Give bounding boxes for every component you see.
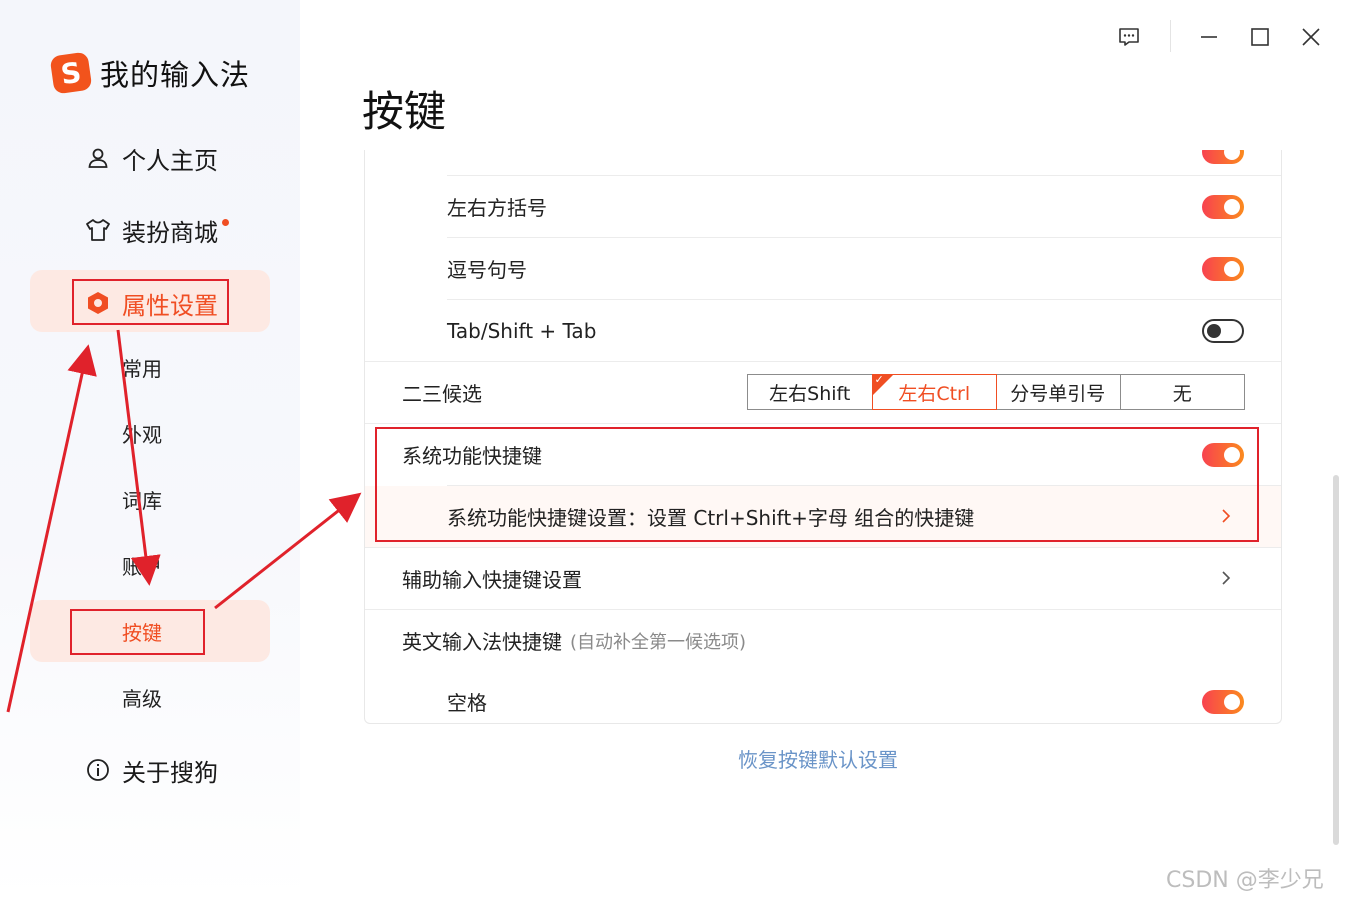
option-ctrl[interactable]: ✓ 左右Ctrl	[871, 373, 997, 410]
scrollbar[interactable]	[1333, 475, 1339, 845]
minimize-icon[interactable]	[1196, 24, 1222, 50]
row-bracket: 左右方括号	[365, 176, 1281, 237]
shirt-icon	[84, 216, 112, 244]
feedback-icon[interactable]	[1116, 24, 1142, 50]
sub-item-common[interactable]: 常用	[122, 352, 162, 382]
row-aux-shortcut[interactable]: 辅助输入快捷键设置	[365, 548, 1281, 609]
maximize-icon[interactable]	[1247, 24, 1273, 50]
row-label: 英文输入法快捷键	[402, 630, 562, 654]
brand: S 我的输入法	[49, 51, 251, 95]
toggle-tab-shift[interactable]	[1202, 318, 1244, 343]
row-label: 二三候选	[402, 382, 482, 406]
toggle-comma[interactable]	[1202, 256, 1244, 281]
page-title: 按键	[362, 87, 447, 136]
user-icon	[84, 144, 112, 172]
sidebar-item-store[interactable]: 装扮商城	[84, 212, 229, 248]
row-label: 逗号句号	[447, 258, 527, 282]
check-icon: ✓	[874, 373, 884, 386]
sogou-logo-icon: S	[49, 51, 93, 95]
row-label: 空格	[447, 691, 487, 715]
sidebar-item-label: 关于搜狗	[122, 758, 218, 787]
option-shift[interactable]: 左右Shift	[748, 375, 873, 409]
sidebar-item-profile[interactable]: 个人主页	[84, 140, 218, 176]
app-name: 我的输入法	[100, 58, 251, 92]
annotation-box-sys-shortcut	[375, 427, 1259, 542]
sub-item-advanced[interactable]: 高级	[122, 682, 162, 712]
toggle-bracket[interactable]	[1202, 194, 1244, 219]
row-hint: (自动补全第一候选项)	[570, 631, 747, 653]
option-label: 左右Ctrl	[898, 382, 971, 405]
option-none[interactable]: 无	[1121, 375, 1245, 409]
sidebar: S 我的输入法 个人主页 装扮商城 属性设置 常用 外观 词库 账户 按键 高级…	[0, 0, 300, 900]
chevron-right-icon	[1222, 571, 1231, 585]
row-space: 空格	[365, 671, 1281, 723]
sidebar-item-label: 装扮商城	[122, 218, 218, 247]
row-label: Tab/Shift + Tab	[447, 318, 597, 343]
row-en-shortcut: 英文输入法快捷键 (自动补全第一候选项)	[365, 610, 1281, 671]
annotation-box-keys	[70, 609, 205, 655]
title-bar-divider	[1170, 20, 1171, 52]
sidebar-item-about[interactable]: 关于搜狗	[84, 752, 218, 788]
annotation-box-properties	[72, 279, 229, 325]
row-tab-shift: Tab/Shift + Tab	[365, 300, 1281, 361]
row-comma: 逗号句号	[365, 238, 1281, 299]
row-second-third: 二三候选 左右Shift ✓ 左右Ctrl 分号单引号 无	[365, 362, 1281, 423]
row-label: 左右方括号	[447, 196, 547, 220]
close-icon[interactable]	[1298, 24, 1324, 50]
toggle-space[interactable]	[1202, 689, 1244, 714]
watermark: CSDN @李少兄	[1166, 868, 1324, 893]
row-label: 辅助输入快捷键设置	[402, 568, 582, 592]
info-icon	[84, 756, 112, 784]
sidebar-item-label: 个人主页	[122, 146, 218, 175]
settings-window: S 我的输入法 个人主页 装扮商城 属性设置 常用 外观 词库 账户 按键 高级…	[0, 0, 1350, 900]
segmented-control: 左右Shift ✓ 左右Ctrl 分号单引号 无	[747, 373, 1245, 410]
notification-dot	[222, 218, 229, 226]
toggle-hidden-row[interactable]	[1202, 150, 1244, 164]
sub-item-account[interactable]: 账户	[122, 550, 162, 580]
option-semicolon[interactable]: 分号单引号	[996, 375, 1121, 409]
restore-defaults-link[interactable]: 恢复按键默认设置	[738, 744, 898, 773]
sub-item-dictionary[interactable]: 词库	[122, 484, 162, 514]
sub-item-appearance[interactable]: 外观	[122, 418, 162, 448]
